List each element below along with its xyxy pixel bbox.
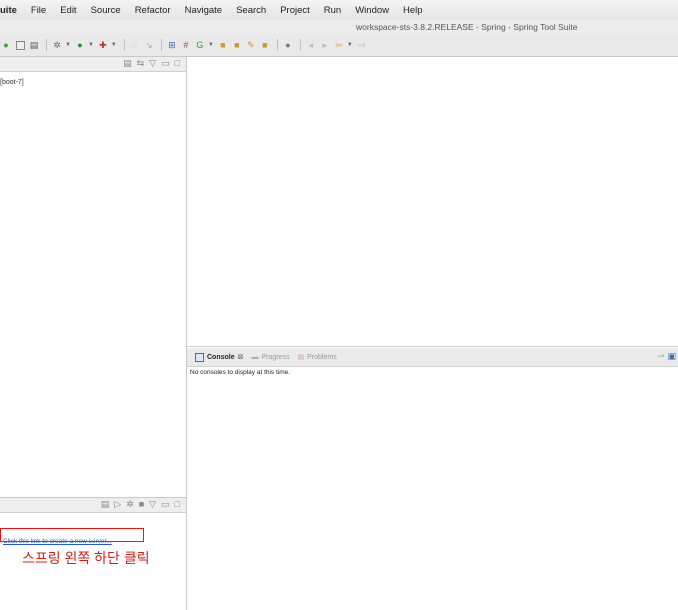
minimize-icon[interactable]: ▭	[161, 499, 170, 510]
minimize-icon[interactable]: ⇀	[657, 351, 665, 361]
annotation-text: 스프링 왼쪽 하단 클릭	[22, 550, 150, 566]
chevron-down-icon[interactable]: ▼	[208, 42, 214, 48]
main-toolbar: ● ▤ ✲ ▼ ● ▼ ✚ ▼ ◌ ↘ ⊞ # G ▼ ■ ■ ✎ ■ ● ◂ …	[0, 34, 678, 57]
folder-icon[interactable]: ■	[217, 39, 229, 51]
minimize-icon[interactable]: ▭	[161, 58, 170, 69]
tab-console[interactable]: Console ⊠	[195, 352, 244, 362]
toolbar-separator	[299, 39, 301, 51]
forward-icon[interactable]: ▸	[319, 39, 331, 51]
collapse-icon[interactable]: ▤	[123, 58, 132, 69]
menu-icon[interactable]: ▽	[149, 499, 156, 510]
app-menu[interactable]: uite	[0, 5, 17, 16]
tab-problems-label: Problems	[307, 353, 337, 361]
toolbar-separator	[276, 39, 278, 51]
menu-bar: uite File Edit Source Refactor Navigate …	[0, 0, 678, 21]
console-view-icons: ⇀ ▣	[657, 351, 676, 362]
maximize-icon[interactable]: □	[175, 58, 180, 69]
menu-source[interactable]: Source	[91, 5, 121, 16]
maximize-icon[interactable]: □	[175, 499, 180, 510]
progress-icon: ▬	[251, 353, 259, 361]
menu-navigate[interactable]: Navigate	[185, 5, 223, 16]
collapse-icon[interactable]: ▤	[101, 499, 110, 510]
console-message: No consoles to display at this time.	[190, 369, 291, 376]
menu-icon[interactable]: ▽	[149, 58, 156, 69]
search-icon[interactable]: ◌	[129, 39, 141, 51]
console-tab-bar: Console ⊠ ▬ Progress ▤ Problems ⇀ ▣	[187, 348, 678, 367]
menu-file[interactable]: File	[31, 5, 46, 16]
servers-panel: ▤ ▷ ✲ ■ ▽ ▭ □ Click this link to create …	[0, 497, 187, 610]
package-explorer-panel: ▤ ⇆ ▽ ▭ □ [boot-7]	[0, 57, 187, 497]
menu-project[interactable]: Project	[280, 5, 310, 16]
back-icon[interactable]: ◂	[305, 39, 317, 51]
menu-run[interactable]: Run	[324, 5, 341, 16]
external-tools-icon[interactable]: ✚	[97, 39, 109, 51]
edit-icon[interactable]: ✎	[245, 39, 257, 51]
explorer-header: ▤ ⇆ ▽ ▭ □	[0, 57, 186, 72]
print-icon[interactable]: ▤	[28, 39, 40, 51]
toolbar-separator	[160, 39, 162, 51]
servers-header: ▤ ▷ ✲ ■ ▽ ▭ □	[0, 498, 186, 513]
tab-progress-label: Progress	[261, 353, 290, 361]
save-icon[interactable]	[14, 39, 26, 51]
globe-icon[interactable]: ●	[282, 39, 294, 51]
tab-problems[interactable]: ▤ Problems	[297, 353, 337, 362]
debug-icon[interactable]: ✲	[51, 39, 63, 51]
chevron-down-icon[interactable]: ▼	[347, 42, 353, 48]
nav-icon[interactable]: ⇦	[333, 39, 345, 51]
start-server-icon[interactable]: ▷	[114, 499, 121, 510]
chevron-down-icon[interactable]: ▼	[111, 42, 117, 48]
tab-progress[interactable]: ▬ Progress	[252, 354, 290, 361]
create-server-link[interactable]: Click this link to create a new server..…	[3, 538, 112, 545]
menu-help[interactable]: Help	[403, 5, 423, 16]
grid-icon[interactable]: #	[180, 39, 192, 51]
chevron-down-icon[interactable]: ▼	[88, 42, 94, 48]
nav-icon[interactable]: ⇨	[356, 39, 368, 51]
menu-refactor[interactable]: Refactor	[135, 5, 171, 16]
spring-icon[interactable]: G	[194, 39, 206, 51]
link-icon[interactable]: ⇆	[137, 58, 145, 69]
problems-icon: ▤	[297, 354, 305, 361]
folder-icon[interactable]: ■	[231, 39, 243, 51]
menu-window[interactable]: Window	[355, 5, 389, 16]
tree-item[interactable]: [boot-7]	[0, 79, 24, 86]
window-title-bar: workspace-sts-3.8.2.RELEASE - Spring - S…	[0, 20, 678, 34]
run-icon[interactable]: ●	[74, 39, 86, 51]
toolbar-separator	[123, 39, 125, 51]
stop-server-icon[interactable]: ■	[139, 499, 144, 510]
spring-icon[interactable]: ⊞	[166, 39, 178, 51]
new-icon[interactable]: ●	[0, 39, 12, 51]
open-type-icon[interactable]: ↘	[143, 39, 155, 51]
folder-icon[interactable]: ■	[259, 39, 271, 51]
tab-console-label: Console	[207, 353, 235, 361]
toolbar-separator	[46, 39, 47, 51]
console-panel: Console ⊠ ▬ Progress ▤ Problems ⇀ ▣ No c…	[187, 348, 678, 609]
menu-edit[interactable]: Edit	[60, 5, 76, 16]
highlight-box: Click this link to create a new server..…	[0, 528, 144, 545]
chevron-down-icon[interactable]: ▼	[65, 42, 71, 48]
editor-area[interactable]	[187, 57, 678, 347]
menu-search[interactable]: Search	[236, 5, 266, 16]
open-console-icon[interactable]: ▣	[667, 351, 676, 361]
close-icon[interactable]: ⊠	[238, 353, 244, 361]
debug-server-icon[interactable]: ✲	[126, 499, 134, 510]
console-icon	[195, 352, 204, 362]
window-title: workspace-sts-3.8.2.RELEASE - Spring - S…	[356, 22, 578, 32]
